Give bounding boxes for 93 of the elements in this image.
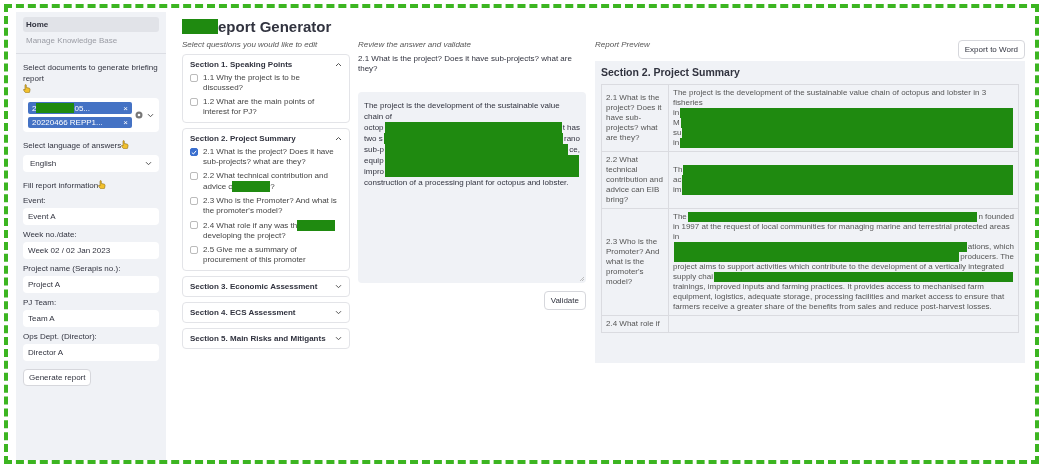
- section-title[interactable]: Section 2. Project Summary: [190, 134, 296, 143]
- answer-text: supply chai: [673, 272, 714, 282]
- export-button[interactable]: Export to Word: [957, 40, 1025, 59]
- expand-chevron-icon[interactable]: [335, 284, 342, 289]
- document-tag[interactable]: 20220466 REPP1... ×: [28, 117, 132, 128]
- answer-text: M: [673, 118, 680, 128]
- text: 05...: [74, 103, 91, 113]
- column-heading: Report Preview: [595, 40, 650, 49]
- answer-text: producers. The: [960, 252, 1014, 262]
- language-select[interactable]: English: [23, 155, 159, 172]
- label: Select language of answers: [23, 141, 122, 150]
- answer-text: equipment, logistics, adequate storage, processing facilities and market access to ensure that: [673, 292, 1005, 301]
- answer-text: su: [673, 128, 682, 138]
- question-label[interactable]: 2.3 Who is the Promoter? And what is the promoter's model?: [203, 196, 342, 216]
- checkbox[interactable]: [190, 197, 198, 205]
- question-label[interactable]: 2.1 What is the project? Does it have sub-projects? what are they?: [203, 147, 342, 167]
- text: 2: [32, 103, 37, 113]
- answer-text: ac: [673, 175, 682, 185]
- resize-grip-icon[interactable]: [579, 276, 584, 281]
- page-title: eport Generator: [218, 18, 332, 35]
- answer-text: in: [673, 108, 680, 118]
- remove-tag-button[interactable]: ×: [119, 103, 128, 113]
- label: Fill report information: [23, 181, 99, 190]
- pointing-hand-icon: [121, 140, 130, 149]
- answer-textarea[interactable]: The project is the development of the sustainable value chain of octop t has two s rano sub-p ce, equip impro construction of a processing plant for octopus and lobster.: [358, 92, 586, 283]
- answer-text: in: [673, 138, 680, 148]
- section-title[interactable]: Section 1. Speaking Points: [190, 60, 293, 69]
- checkbox[interactable]: [190, 246, 198, 254]
- pointing-hand-icon: [23, 84, 31, 93]
- expand-chevron-icon[interactable]: [335, 310, 342, 315]
- collapse-chevron-icon[interactable]: [335, 62, 342, 67]
- label: Select documents to generate briefing report: [23, 63, 158, 83]
- table-cell: 2.4 What role if: [601, 315, 669, 333]
- document-tag[interactable]: 2 05... ×: [28, 102, 132, 114]
- field-label: Week no./date:: [23, 230, 78, 239]
- answer-text: trainings, improved inputs and farming practices. It provides access to mechanised farm: [673, 282, 984, 291]
- field-label: PJ Team:: [23, 298, 58, 307]
- answer-text: sub-p: [364, 144, 384, 155]
- answer-text: impro: [364, 166, 384, 177]
- input-field[interactable]: Project A: [23, 276, 159, 293]
- question-label[interactable]: 2.4 What role if any was th developing the project?: [203, 220, 342, 241]
- document-multiselect[interactable]: 2 05... × 20220466 REPP1... ×: [23, 98, 159, 132]
- field-label: Ops Dept. (Director):: [23, 332, 98, 341]
- column-heading: Review the answer and validate: [358, 40, 472, 49]
- section-heading: Section 2. Project Summary: [601, 66, 741, 78]
- answer-text: n founded: [978, 212, 1014, 222]
- answer-text: ce,: [569, 144, 580, 155]
- table-cell: 2.2 What technical contribution and advice can EIB bring?: [601, 151, 669, 209]
- answer-text: project aims to support activities which contribute to the development of a vertically integrated: [673, 262, 1004, 271]
- table-cell: 2.1 What is the project? Does it have sub-projects? what are they?: [601, 84, 669, 152]
- question-label[interactable]: 2.5 Give me a summary of procurement of this promoter: [203, 245, 342, 265]
- answer-text: t has: [562, 122, 580, 133]
- collapse-chevron-icon[interactable]: [335, 136, 342, 141]
- field-label: Project name (Serapis no.):: [23, 264, 122, 273]
- field-label: Event:: [23, 196, 47, 205]
- question-label[interactable]: 2.2 What technical contribution and advice c ?: [203, 171, 342, 192]
- question-label[interactable]: 1.2 What are the main points of interest for PJ?: [203, 97, 342, 117]
- answer-text: im: [673, 185, 682, 195]
- answer-text: The: [673, 212, 687, 222]
- input-field[interactable]: Team A: [23, 310, 159, 327]
- text: 20220466 REPP1...: [32, 118, 103, 127]
- checkbox[interactable]: [190, 172, 198, 180]
- answer-text: Th: [673, 165, 683, 175]
- section-title[interactable]: Section 4. ECS Assessment: [190, 308, 296, 317]
- answer-text: rano: [564, 133, 580, 144]
- checkbox[interactable]: [190, 148, 198, 156]
- answer-text: two s: [364, 133, 383, 144]
- answer-text: construction of a processing plant for octopus and lobster.: [364, 178, 569, 187]
- expand-chevron-icon[interactable]: [335, 336, 342, 341]
- input-field[interactable]: Event A: [23, 208, 159, 225]
- input-field[interactable]: Director A: [23, 344, 159, 361]
- question-text: 2.1 What is the project? Does it have sub-projects? what are they?: [358, 54, 573, 74]
- clear-icon[interactable]: [135, 111, 143, 119]
- input-field[interactable]: Week 02 / 02 Jan 2023: [23, 242, 159, 259]
- answer-text: farmers receive a greater share of the benefits from sales and reduce post-harvest losses.: [673, 302, 992, 311]
- answer-text: equip: [364, 155, 384, 166]
- column-heading: Select questions you would like to edit: [182, 40, 319, 49]
- dropdown-caret-icon[interactable]: [147, 112, 154, 118]
- pointing-hand-icon: [98, 180, 107, 189]
- nav-link[interactable]: Home: [23, 17, 159, 32]
- checkbox[interactable]: [190, 74, 198, 82]
- validate-button[interactable]: Validate: [543, 291, 586, 310]
- section-title[interactable]: Section 3. Economic Assessment: [190, 282, 318, 291]
- question-label[interactable]: 1.1 Why the project is to be discussed?: [203, 73, 342, 93]
- section-title[interactable]: Section 5. Main Risks and Mitigants: [190, 334, 326, 343]
- dropdown-caret-icon[interactable]: [145, 161, 152, 166]
- generate-report-button[interactable]: Generate report: [23, 369, 92, 386]
- checkbox[interactable]: [190, 221, 198, 229]
- answer-text: ations, which: [967, 242, 1014, 252]
- checkbox[interactable]: [190, 98, 198, 106]
- answer-text: octop: [364, 122, 384, 133]
- table-cell: 2.3 Who is the Promoter? And what is the promoter's model?: [601, 208, 669, 316]
- remove-tag-button[interactable]: ×: [119, 118, 128, 127]
